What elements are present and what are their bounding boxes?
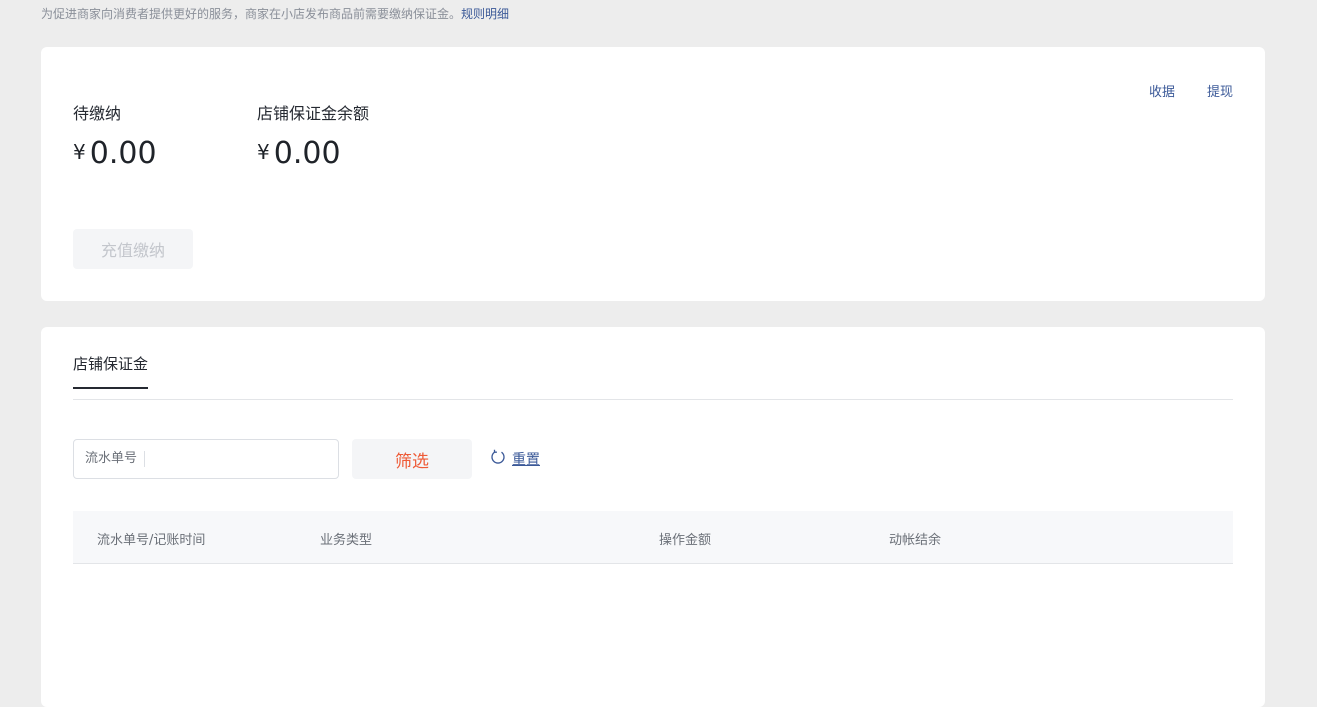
summary-actions: 收据 提现 [1149,81,1233,100]
recharge-button[interactable]: 充值缴纳 [73,229,193,269]
pending-stat: 待缴纳 ¥0.00 [73,103,157,171]
tab-store-deposit[interactable]: 店铺保证金 [73,353,149,389]
balance-label: 店铺保证金余额 [257,104,370,123]
rules-detail-link[interactable]: 规则明细 [461,7,509,21]
balance-stat: 店铺保证金余额 ¥0.00 [257,103,369,171]
pending-value: 0.00 [89,136,157,171]
balance-amount: ¥0.00 [257,135,369,171]
serial-number-label: 流水单号 [85,451,146,467]
deposit-summary-card: 收据 提现 待缴纳 ¥0.00 店铺保证金余额 ¥0.00 充值缴纳 [41,47,1265,301]
deposit-notice: 为促进商家向消费者提供更好的服务，商家在小店发布商品前需要缴纳保证金。规则明细 [41,5,509,22]
serial-number-field[interactable]: 流水单号 [73,439,339,479]
balance-value: 0.00 [273,136,341,171]
serial-number-input[interactable] [151,450,338,468]
notice-text: 为促进商家向消费者提供更好的服务，商家在小店发布商品前需要缴纳保证金。 [41,7,462,21]
column-balance: 动帐结余 [889,533,942,548]
filter-button[interactable]: 筛选 [352,439,472,479]
pending-currency: ¥ [73,140,86,164]
refresh-icon [490,449,506,469]
balance-currency: ¥ [257,140,270,164]
records-tabs: 店铺保证金 [73,327,1233,400]
reset-button[interactable]: 重置 [490,449,540,469]
pending-label: 待缴纳 [73,104,122,123]
withdraw-link[interactable]: 提现 [1207,81,1233,100]
pending-amount: ¥0.00 [73,135,157,171]
column-serial-time: 流水单号/记账时间 [97,533,206,548]
column-amount: 操作金额 [659,533,712,548]
records-table-header: 流水单号/记账时间 业务类型 操作金额 动帐结余 [73,511,1233,564]
deposit-records-card: 店铺保证金 流水单号 筛选 重置 流水单号/记账时间 业务类型 操作金额 动帐结… [41,327,1265,707]
column-business-type: 业务类型 [320,533,373,548]
reset-label: 重置 [512,452,540,468]
receipt-link[interactable]: 收据 [1149,81,1175,100]
